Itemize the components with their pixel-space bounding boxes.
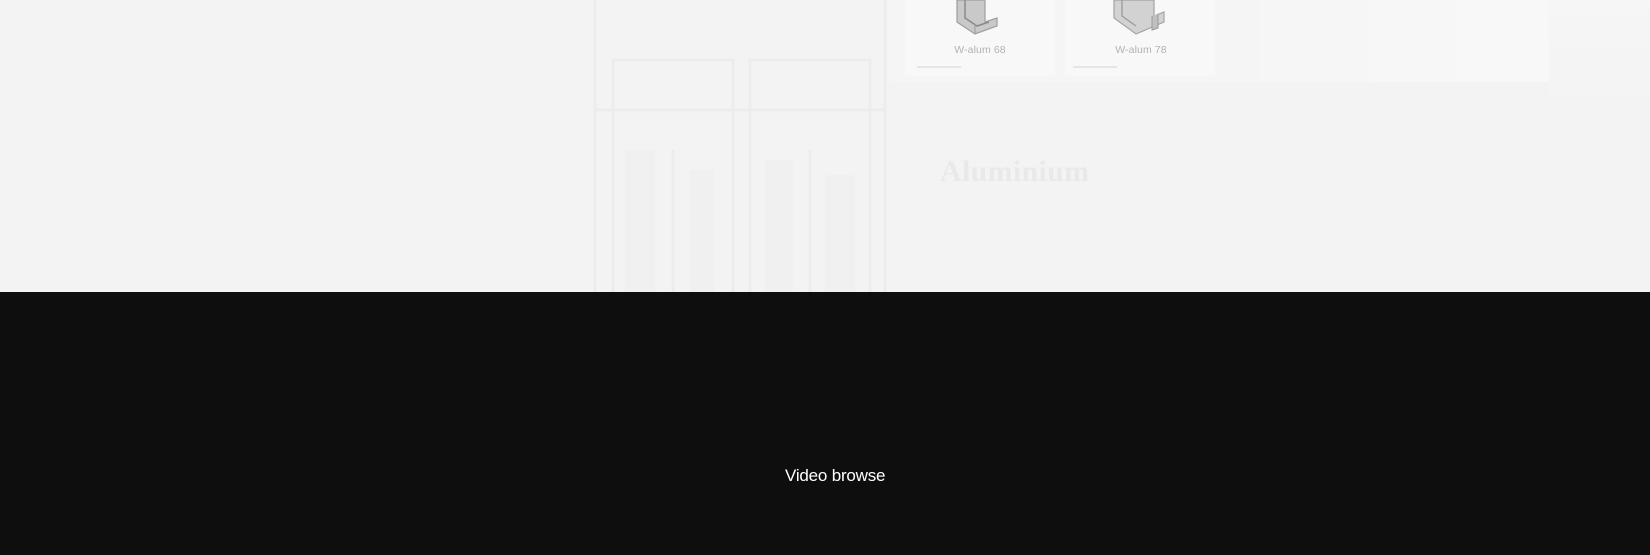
aluminium-profile-icon xyxy=(956,0,998,35)
product-name[interactable]: W-alum 68 xyxy=(920,44,1040,56)
product-card-fade xyxy=(1210,0,1550,82)
right-edge-fade xyxy=(1548,0,1650,112)
product-name[interactable]: W-alum 78 xyxy=(1081,44,1201,56)
aluminium-profile-icon xyxy=(1113,0,1165,35)
hero-section: W-alum 68 W-alum 78 Aluminium xyxy=(0,0,1650,292)
section-title: Aluminium xyxy=(940,154,1090,188)
product-underline xyxy=(917,66,961,68)
page: W-alum 68 W-alum 78 Aluminium Video brow… xyxy=(0,0,1650,555)
product-underline xyxy=(1073,66,1117,68)
video-browse-button[interactable]: Video browse xyxy=(785,466,886,486)
video-section: Video browse xyxy=(0,292,1650,555)
window-illustration xyxy=(593,0,887,292)
